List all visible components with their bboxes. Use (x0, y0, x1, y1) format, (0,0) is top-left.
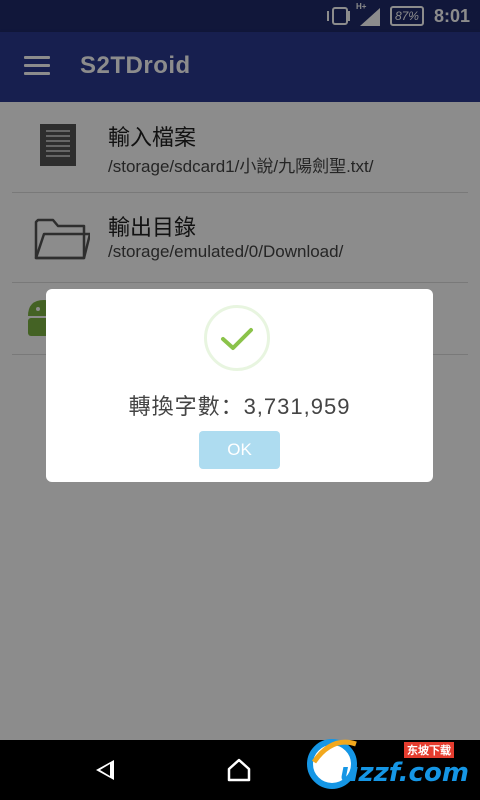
watermark-logo: 东坡下载 uzzf.com (302, 730, 476, 796)
watermark-top-text: 东坡下载 (404, 742, 454, 758)
watermark-text: uzzf.com (340, 758, 469, 788)
ok-button[interactable]: OK (199, 431, 280, 469)
back-icon[interactable] (96, 760, 114, 780)
result-dialog: 轉換字數：3,731,959 OK (46, 289, 433, 482)
success-check-icon (204, 305, 270, 371)
dialog-message: 轉換字數：3,731,959 (128, 394, 351, 419)
home-icon[interactable] (226, 758, 252, 782)
